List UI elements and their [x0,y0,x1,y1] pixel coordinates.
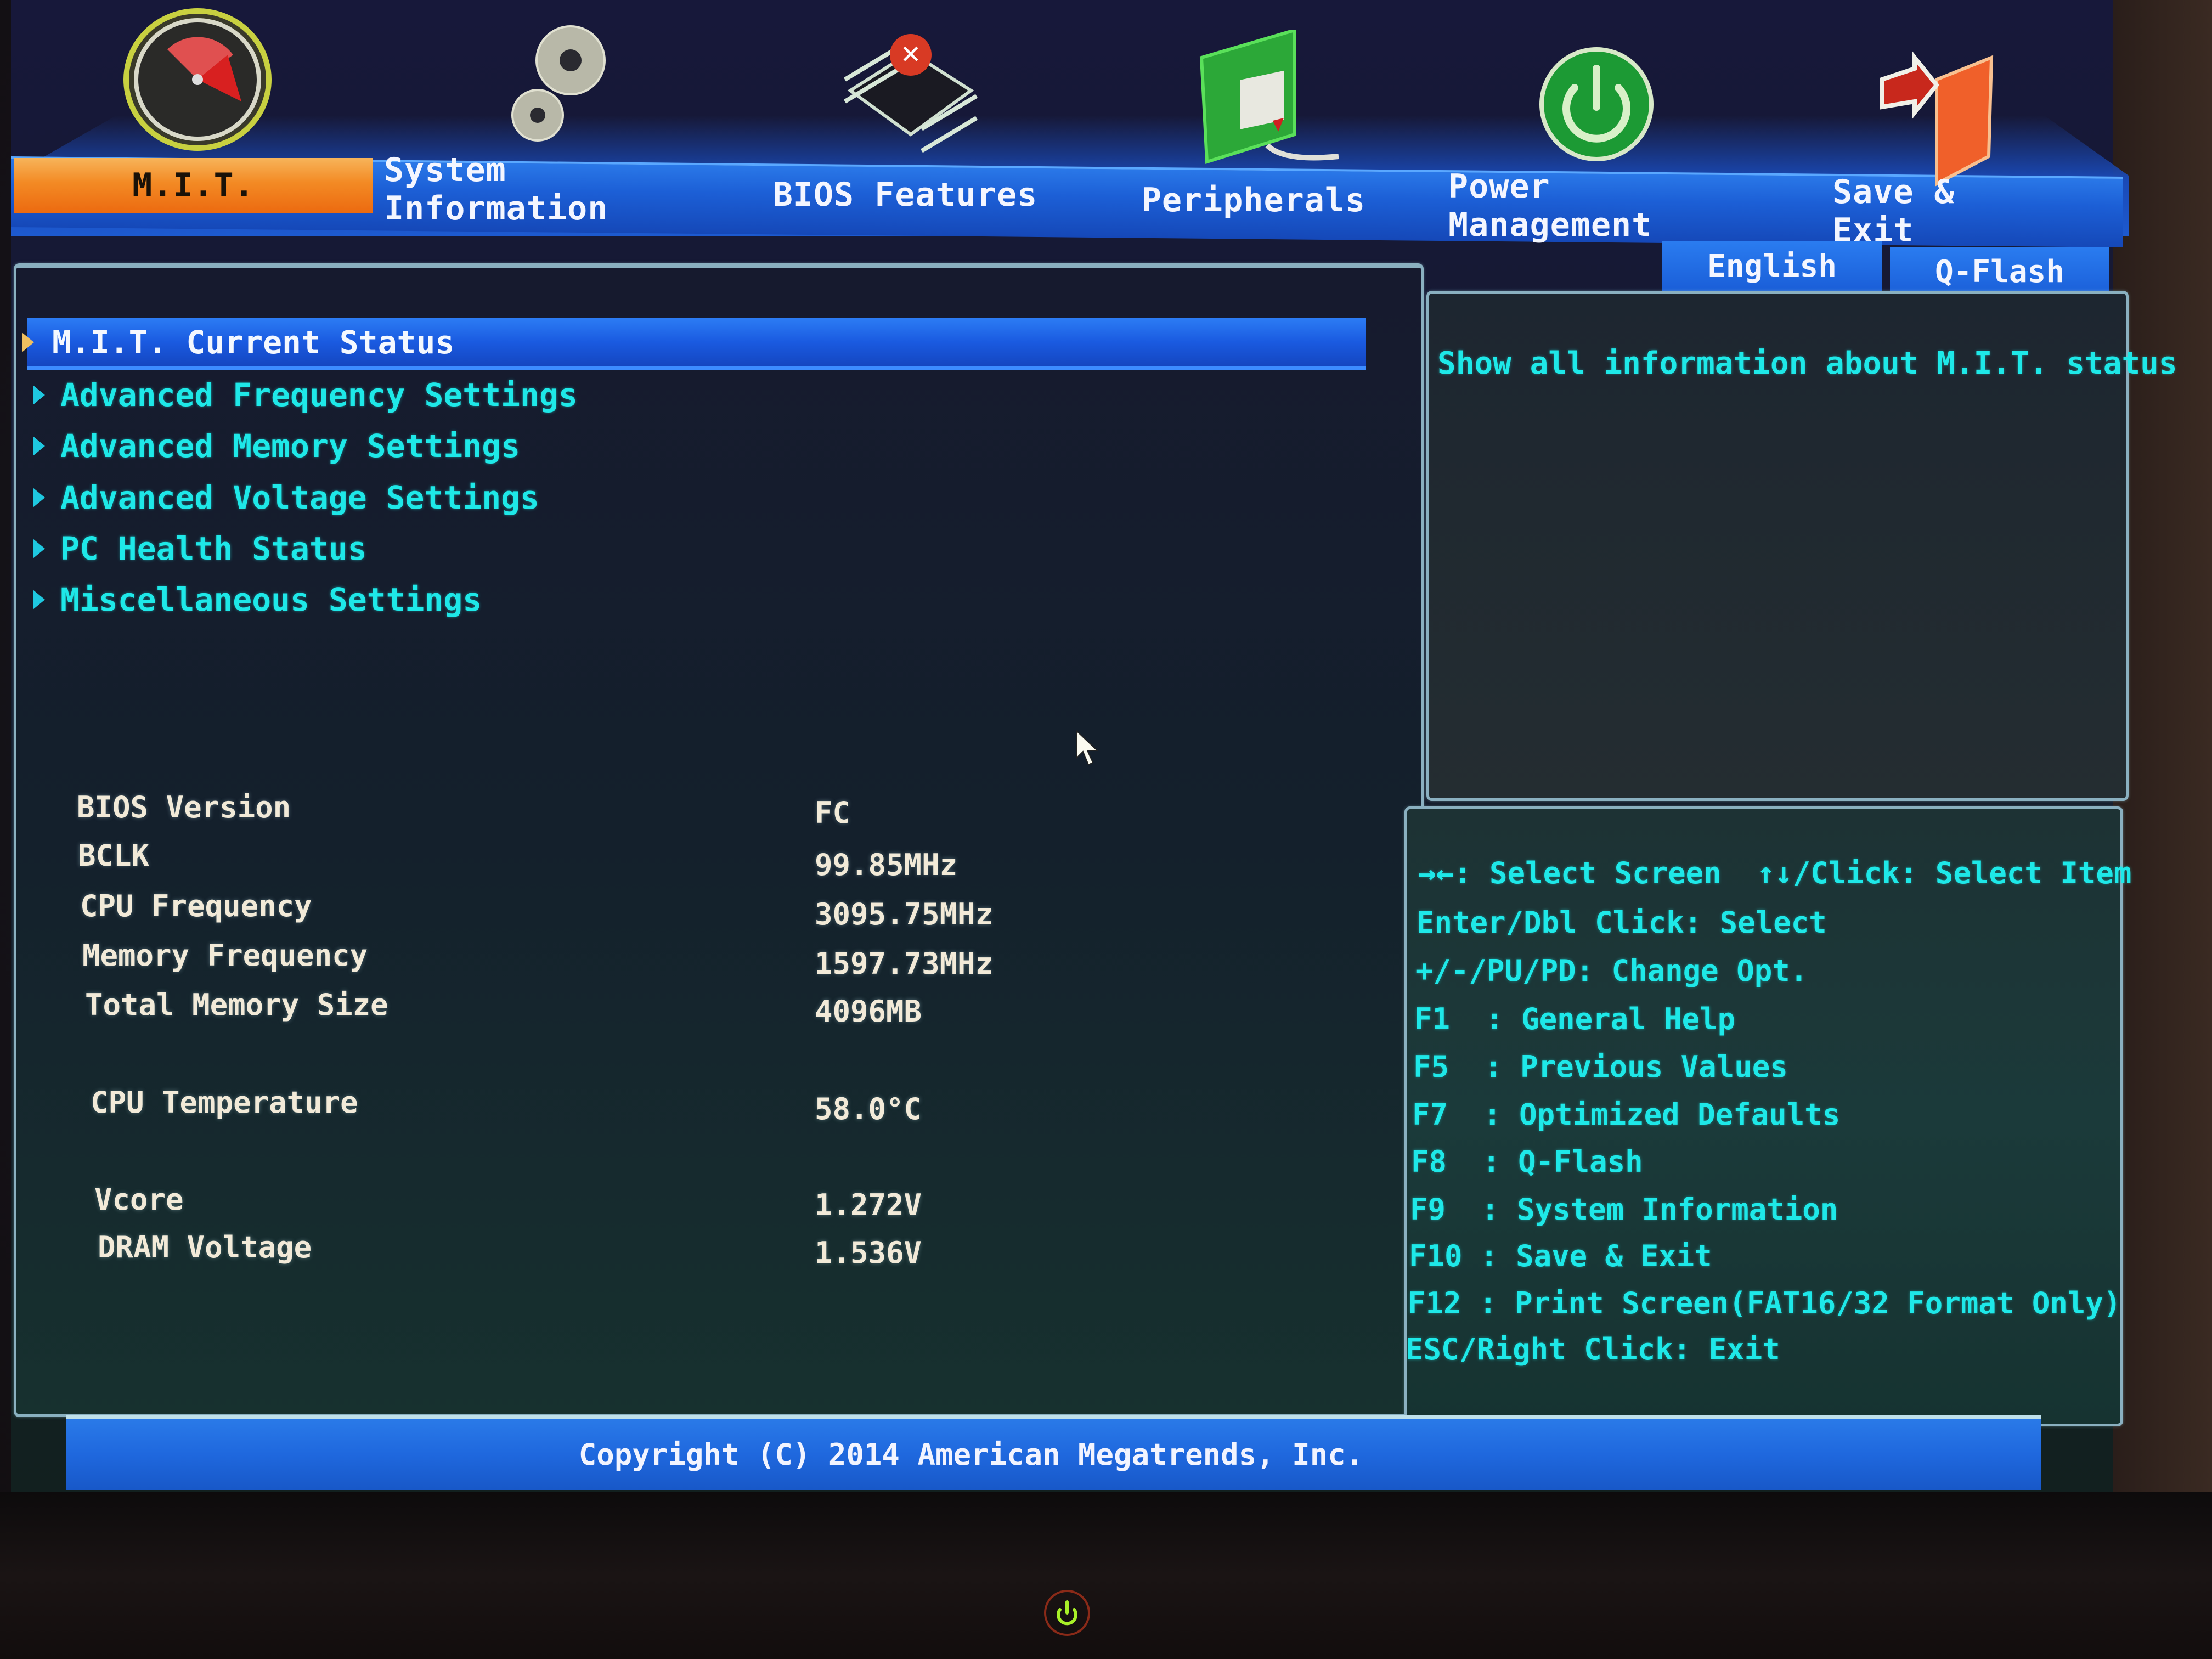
key-hint: F8 : Q-Flash [1411,1144,1643,1179]
exit-door-icon[interactable] [1876,47,2008,189]
tab-power-management[interactable]: Power Management [1448,167,1756,244]
key-hint: F10 : Save & Exit [1409,1239,1712,1273]
tab-mit[interactable]: M.I.T. [14,158,373,213]
cpu-frequency-value: 3095.75MHz [815,897,994,932]
vcore-value: 1.272V [815,1188,922,1222]
svg-text:✕: ✕ [900,40,922,69]
submenu-arrow-icon [33,436,45,456]
language-button[interactable]: English [1662,241,1882,292]
menu-item-label: Miscellaneous Settings [60,581,482,618]
menu-item-advanced-frequency-settings[interactable]: Advanced Frequency Settings [33,376,578,414]
vcore-label: Vcore [94,1182,184,1217]
memory-frequency-value: 1597.73MHz [815,946,994,981]
monitor-power-button-icon[interactable] [1042,1585,1092,1640]
total-memory-size-label: Total Memory Size [85,988,388,1022]
menu-item-mit-current-status[interactable]: M.I.T. Current Status [22,318,1366,370]
submenu-arrow-icon [22,332,34,352]
cpu-temperature-value: 58.0°C [815,1092,922,1126]
speedometer-icon[interactable] [118,5,277,154]
menu-item-label: Advanced Memory Settings [60,427,521,465]
cpu-frequency-label: CPU Frequency [80,889,312,923]
tab-bios-features[interactable]: BIOS Features [757,170,1053,219]
menu-item-label: Advanced Voltage Settings [60,479,539,516]
key-hint: ESC/Right Click: Exit [1406,1332,1780,1367]
bios-version-label: BIOS Version [77,790,291,825]
tab-peripherals[interactable]: Peripherals [1130,176,1377,225]
item-help-text: Show all information about M.I.T. status [1437,346,2177,381]
monitor-chin [0,1492,2212,1659]
submenu-arrow-icon [33,488,45,507]
menu-item-miscellaneous-settings[interactable]: Miscellaneous Settings [33,580,482,619]
chip-icon[interactable]: ✕ [828,19,993,167]
mouse-pointer-icon [1076,730,1099,766]
power-icon[interactable] [1536,44,1657,165]
menu-item-advanced-memory-settings[interactable]: Advanced Memory Settings [33,427,520,465]
menu-item-label: M.I.T. Current Status [52,324,455,361]
copyright-text: Copyright (C) 2014 American Megatrends, … [578,1437,1364,1472]
tab-save-and-exit[interactable]: Save & Exit [1832,173,2052,250]
dram-voltage-value: 1.536V [815,1235,922,1270]
menu-item-pc-health-status[interactable]: PC Health Status [33,529,367,568]
key-hint: F12 : Print Screen(FAT16/32 Format Only) [1408,1286,2121,1321]
bios-version-value: FC [815,795,851,830]
key-hint: →←: Select Screen ↑↓/Click: Select Item [1418,856,2132,890]
total-memory-size-value: 4096MB [815,994,922,1029]
tab-system-information[interactable]: System Information [384,151,724,228]
cpu-temperature-label: CPU Temperature [91,1085,358,1120]
key-hint: Enter/Dbl Click: Select [1417,905,1827,940]
submenu-arrow-icon [33,590,45,610]
key-hint: F9 : System Information [1410,1192,1838,1227]
key-hint: +/-/PU/PD: Change Opt. [1415,953,1808,988]
key-hint: F5 : Previous Values [1413,1049,1788,1084]
menu-item-label: Advanced Frequency Settings [60,376,578,414]
gears-icon[interactable] [494,11,625,154]
menu-item-label: PC Health Status [60,530,367,567]
submenu-arrow-icon [33,385,45,405]
submenu-arrow-icon [33,539,45,558]
copyright-bar: Copyright (C) 2014 American Megatrends, … [66,1415,2041,1490]
pci-card-icon[interactable] [1190,30,1355,167]
memory-frequency-label: Memory Frequency [82,938,368,973]
key-hint: F1 : General Help [1414,1002,1736,1036]
bclk-label: BCLK [78,838,150,873]
menu-item-advanced-voltage-settings[interactable]: Advanced Voltage Settings [33,478,539,517]
bclk-value: 99.85MHz [815,848,958,882]
key-hint: F7 : Optimized Defaults [1412,1097,1841,1132]
dram-voltage-label: DRAM Voltage [98,1230,312,1265]
